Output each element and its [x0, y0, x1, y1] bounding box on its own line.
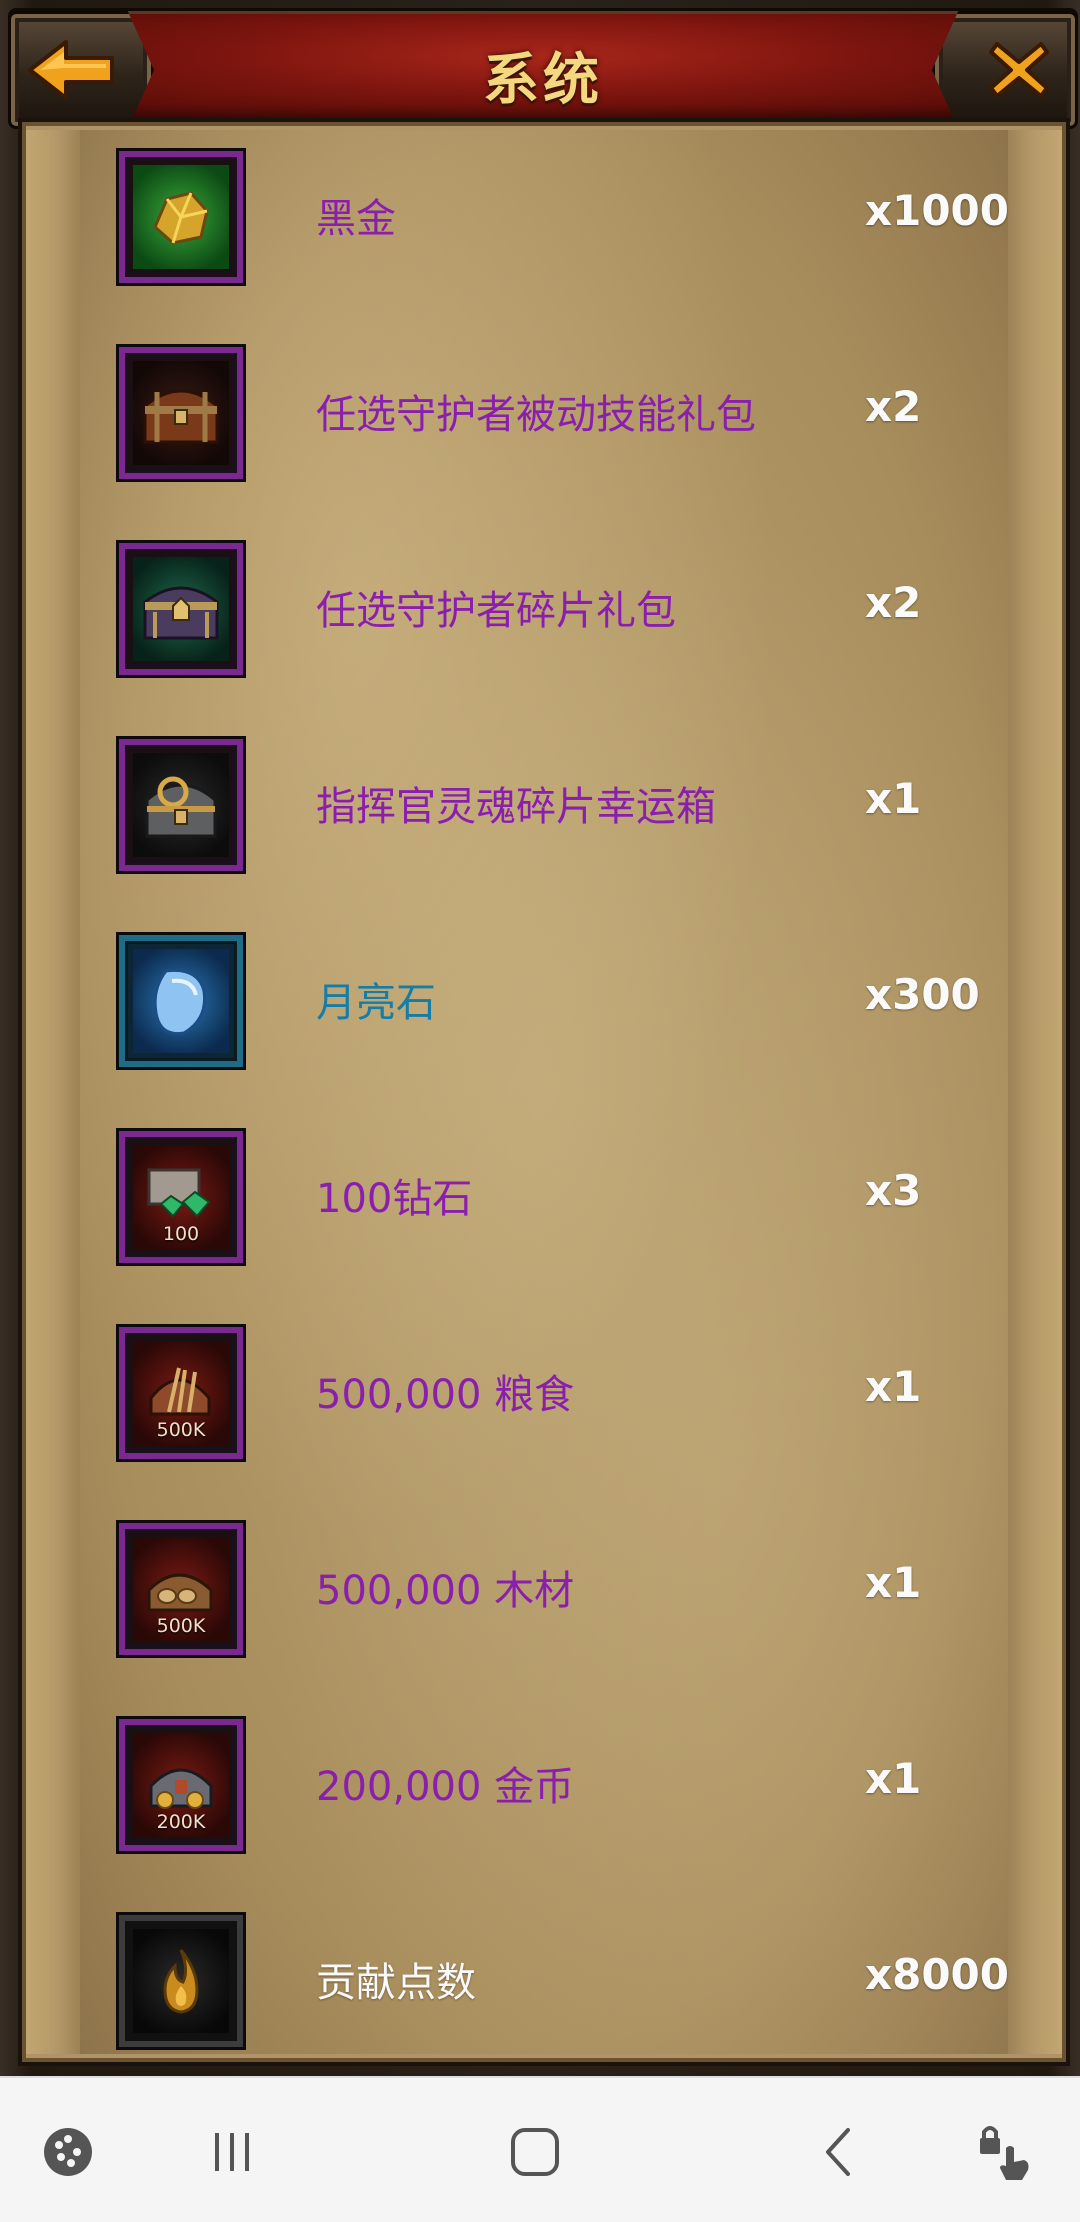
item-name: 200,000 金币 — [316, 1764, 575, 1810]
item-icon-frame: 500K — [116, 1520, 246, 1658]
recent-apps-button[interactable] — [200, 2120, 264, 2184]
list-item: 黑金 x1000 — [22, 148, 1066, 344]
item-icon-frame: 200K — [116, 1716, 246, 1854]
gold-coin-crate-icon — [149, 1768, 213, 1809]
lucky-box-icon — [145, 776, 217, 838]
item-name: 任选守护者被动技能礼包 — [316, 392, 756, 438]
item-quantity: x300 — [865, 970, 980, 1019]
item-quantity: x8000 — [865, 1950, 1009, 1999]
list-item: 指挥官灵魂碎片幸运箱 x1 — [22, 736, 1066, 932]
system-navigation-bar — [0, 2076, 1080, 2222]
list-item: 500K 500,000 木材 x1 — [22, 1520, 1066, 1716]
item-quantity: x3 — [865, 1166, 922, 1215]
close-button[interactable] — [932, 11, 1078, 129]
item-icon-frame — [116, 932, 246, 1070]
back-nav-button[interactable] — [806, 2120, 870, 2184]
list-item: 200K 200,000 金币 x1 — [22, 1716, 1066, 1912]
item-icon-frame — [116, 148, 246, 286]
game-launcher-button[interactable] — [36, 2120, 100, 2184]
item-icon-frame — [116, 736, 246, 874]
game-launcher-icon — [44, 2128, 92, 2176]
item-name: 500,000 木材 — [316, 1568, 575, 1614]
treasure-chest-icon — [143, 389, 219, 444]
item-quantity: x1 — [865, 774, 922, 823]
item-name: 100钻石 — [316, 1176, 473, 1222]
item-name: 月亮石 — [316, 980, 436, 1026]
flame-icon — [163, 1949, 199, 2014]
item-name: 任选守护者碎片礼包 — [316, 588, 676, 634]
close-icon — [989, 42, 1049, 98]
list-item: 贡献点数 x8000 — [22, 1912, 1066, 2062]
item-amount-tag: 200K — [156, 1811, 206, 1833]
item-name: 黑金 — [316, 196, 396, 242]
recent-apps-icon — [215, 2133, 249, 2171]
list-item: 任选守护者被动技能礼包 x2 — [22, 344, 1066, 540]
list-item: 500K 500,000 粮食 x1 — [22, 1324, 1066, 1520]
item-amount-tag: 500K — [156, 1615, 206, 1637]
food-crate-icon — [149, 1367, 211, 1416]
gold-ore-icon — [153, 191, 209, 245]
touch-lock-button[interactable] — [974, 2120, 1038, 2184]
moonstone-icon — [153, 968, 207, 1036]
item-name: 贡献点数 — [316, 1960, 476, 2006]
title-bar: 系统 — [8, 8, 1078, 129]
item-icon-frame — [116, 344, 246, 482]
item-icon-frame: 100 — [116, 1128, 246, 1266]
home-icon — [511, 2128, 559, 2176]
item-name: 500,000 粮食 — [316, 1372, 575, 1418]
item-quantity: x2 — [865, 382, 922, 431]
lock-touch-icon — [980, 2126, 1029, 2180]
item-quantity: x1000 — [865, 186, 1009, 235]
item-name: 指挥官灵魂碎片幸运箱 — [316, 784, 716, 830]
home-button[interactable] — [503, 2120, 567, 2184]
game-window: 系统 黑金 x1000 任选守护者被动技能礼包 x2 任选守护者碎片礼包 x2 … — [0, 0, 1080, 2076]
diamond-chest-icon — [147, 1168, 211, 1218]
reward-panel: 黑金 x1000 任选守护者被动技能礼包 x2 任选守护者碎片礼包 x2 指挥官… — [18, 118, 1070, 2066]
back-icon — [826, 2128, 850, 2176]
item-quantity: x2 — [865, 578, 922, 627]
list-item: 月亮石 x300 — [22, 932, 1066, 1128]
wood-crate-icon — [147, 1573, 213, 1612]
item-icon-frame: 500K — [116, 1324, 246, 1462]
item-quantity: x1 — [865, 1362, 922, 1411]
item-icon-frame — [116, 540, 246, 678]
list-item: 任选守护者碎片礼包 x2 — [22, 540, 1066, 736]
ornate-chest-icon — [143, 586, 219, 640]
item-quantity: x1 — [865, 1754, 922, 1803]
item-icon-frame — [116, 1912, 246, 2050]
item-amount-tag: 500K — [156, 1419, 206, 1441]
item-amount-tag: 100 — [162, 1223, 200, 1245]
list-item: 100 100钻石 x3 — [22, 1128, 1066, 1324]
item-quantity: x1 — [865, 1558, 922, 1607]
page-title: 系统 — [483, 48, 603, 113]
